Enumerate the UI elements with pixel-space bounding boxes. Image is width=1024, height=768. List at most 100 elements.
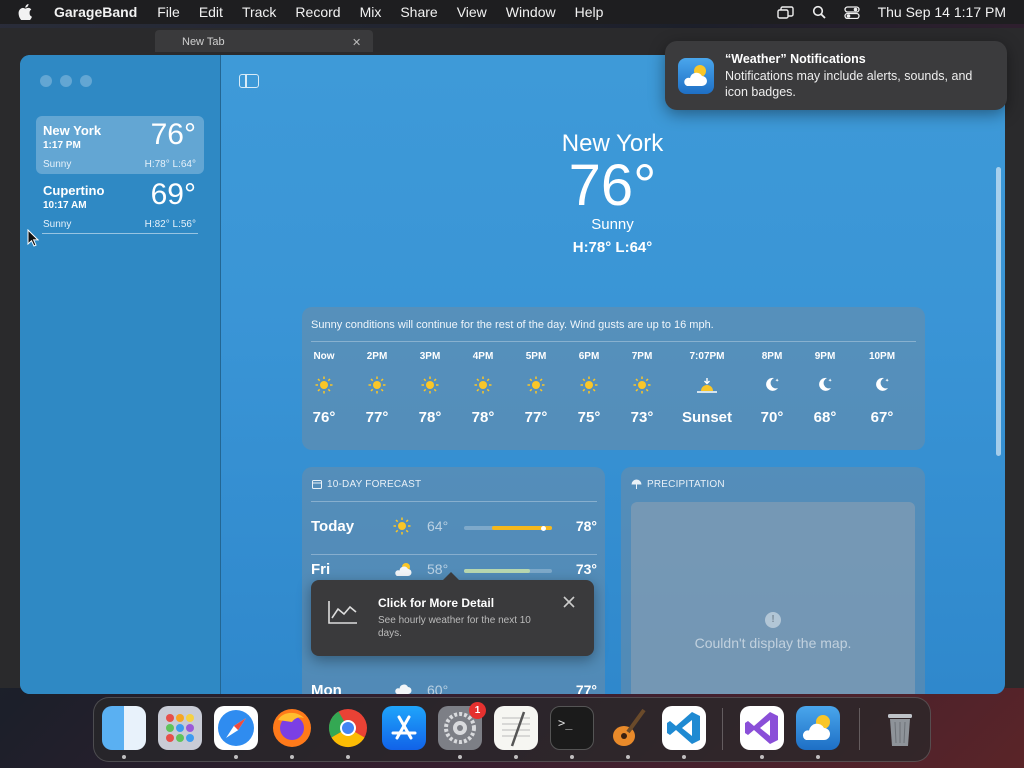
launchpad-icon[interactable] [158,706,202,750]
hourly-summary: Sunny conditions will continue for the r… [311,319,714,331]
sun-icon [458,376,508,394]
hour-temp: 67° [870,409,894,426]
menu-mix[interactable]: Mix [360,4,382,20]
vscode-icon[interactable] [662,706,706,750]
sun-icon [352,376,402,394]
weather-notification[interactable]: “Weather” Notifications Notifications ma… [665,41,1007,110]
hour-label: 7PM [631,351,653,362]
forecast-high: 77° [575,682,597,694]
partly-cloudy-icon [395,563,412,576]
finder-icon[interactable] [102,706,146,750]
tooltip-title: Click for More Detail [378,596,495,610]
hour-label: 3PM [419,351,441,362]
location-temp: 69° [150,178,196,211]
location-condition: Sunny [43,159,72,170]
running-indicator [514,755,518,759]
hour-temp: 76° [312,409,336,426]
hour-label: Now [313,351,335,362]
location-card-cupertino[interactable]: Cupertino 10:17 AM 69° Sunny H:82° L:56° [36,176,204,234]
locations-sidebar: New York 1:17 PM 76° Sunny H:78° L:64° C… [20,55,221,694]
control-center-icon[interactable] [843,5,860,19]
app-store-icon[interactable] [382,706,426,750]
menu-track[interactable]: Track [242,4,276,20]
menu-record[interactable]: Record [295,4,340,20]
sun-icon [299,376,349,394]
menu-view[interactable]: View [457,4,487,20]
location-card-new-york[interactable]: New York 1:17 PM 76° Sunny H:78° L:64° [36,116,204,174]
running-indicator [682,755,686,759]
sun-icon [393,517,411,535]
forecast-range-bar [464,525,552,531]
info-icon: ! [765,612,781,628]
hourly-column: 9PM ✦ 68° [800,351,850,426]
menu-window[interactable]: Window [506,4,556,20]
precipitation-title: PRECIPITATION [647,479,725,490]
current-temp-marker [541,525,546,531]
sun-icon [617,376,667,394]
apple-menu-icon[interactable] [18,4,32,20]
weather-app-icon [678,58,714,94]
umbrella-icon [631,479,642,489]
weather-dock-icon[interactable] [796,706,840,750]
firefox-icon[interactable] [270,706,314,750]
tooltip-close-icon[interactable] [561,594,577,610]
more-detail-tooltip[interactable]: Click for More Detail See hourly weather… [311,572,594,656]
running-indicator [626,755,630,759]
current-hilo: H:78° L:64° [572,239,653,256]
hour-label: 4PM [472,351,494,362]
location-temp: 76° [150,118,196,151]
svg-text:✦: ✦ [828,378,832,384]
background-tab-close-icon[interactable]: ✕ [352,36,361,49]
location-time: 1:17 PM [43,140,81,151]
chrome-icon[interactable] [326,706,370,750]
hour-label: 9PM [814,351,836,362]
map-error-message: Couldn't display the map. [694,635,852,651]
menu-share[interactable]: Share [400,4,437,20]
window-zoom-button[interactable] [80,75,92,87]
hourly-column: 6PM 75° [564,351,614,426]
running-indicator [458,755,462,759]
current-condition: Sunny [591,216,634,233]
running-indicator [290,755,294,759]
calendar-icon [312,480,322,489]
sidebar-toggle-icon[interactable] [239,74,259,88]
screen-mirroring-icon[interactable] [776,5,794,19]
location-hilo: H:78° L:64° [144,159,196,170]
hour-temp: 77° [365,409,389,426]
trash-icon[interactable] [878,706,922,750]
spotlight-search-icon[interactable] [812,5,826,19]
garageband-icon[interactable] [606,706,650,750]
textedit-icon[interactable] [494,706,538,750]
precipitation-panel[interactable]: PRECIPITATION ! Couldn't display the map… [621,467,925,694]
current-conditions: New York 76° Sunny H:78° L:64° [470,130,755,256]
menu-app-name[interactable]: GarageBand [54,4,137,20]
background-tab-title: New Tab [182,36,225,48]
hour-temp: 68° [813,409,837,426]
forecast-high: 73° [575,561,597,577]
running-indicator [234,755,238,759]
dock-separator [859,708,860,750]
hour-label: 2PM [366,351,388,362]
trend-chart-icon [328,601,357,624]
window-minimize-button[interactable] [60,75,72,87]
hour-label: 7:07PM [689,351,725,362]
sun-icon [511,376,561,394]
menubar-clock[interactable]: Thu Sep 14 1:17 PM [878,4,1006,20]
forecast-row-today[interactable]: Today 64° 78° [311,513,597,553]
menu-edit[interactable]: Edit [199,4,223,20]
menu-file[interactable]: File [157,4,180,20]
visual-studio-icon[interactable] [740,706,784,750]
safari-icon[interactable] [214,706,258,750]
vertical-scrollbar[interactable] [996,167,1001,456]
forecast-day: Today [311,518,355,535]
window-close-button[interactable] [40,75,52,87]
svg-text:✦: ✦ [775,378,779,384]
terminal-icon[interactable]: >_ [550,706,594,750]
mouse-pointer-icon [27,229,39,247]
hour-temp: 78° [418,409,442,426]
hourly-forecast-panel[interactable]: Sunny conditions will continue for the r… [302,307,925,450]
precipitation-map[interactable]: ! Couldn't display the map. [631,502,915,694]
forecast-row-mon[interactable]: Mon 60° 77° [311,677,597,694]
menu-help[interactable]: Help [575,4,604,20]
sunset-icon [682,376,732,393]
